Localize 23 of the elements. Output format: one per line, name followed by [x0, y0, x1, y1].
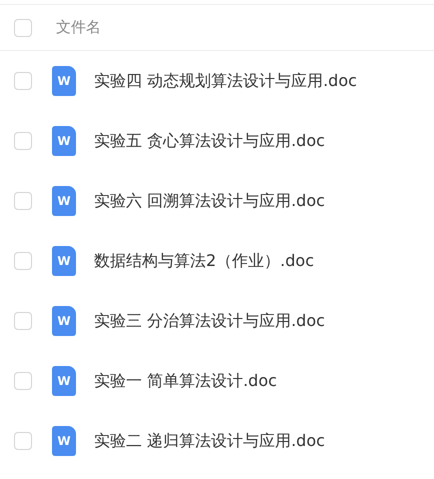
file-name[interactable]: 数据结构与算法2（作业）.doc — [94, 249, 314, 273]
checkbox[interactable] — [14, 252, 32, 270]
checkbox[interactable] — [14, 192, 32, 210]
checkbox[interactable] — [14, 18, 32, 36]
word-document-icon: W — [52, 186, 76, 216]
checkbox[interactable] — [14, 372, 32, 390]
checkbox[interactable] — [14, 312, 32, 330]
file-name[interactable]: 实验四 动态规划算法设计与应用.doc — [94, 69, 357, 93]
word-document-icon: W — [52, 66, 76, 96]
word-document-icon: W — [52, 366, 76, 396]
word-document-icon: W — [52, 126, 76, 156]
word-document-icon: W — [52, 246, 76, 276]
file-name[interactable]: 实验六 回溯算法设计与应用.doc — [94, 189, 325, 213]
checkbox[interactable] — [14, 432, 32, 450]
file-name[interactable]: 实验一 简单算法设计.doc — [94, 369, 277, 393]
checkbox[interactable] — [14, 72, 32, 90]
file-name[interactable]: 实验五 贪心算法设计与应用.doc — [94, 129, 325, 153]
word-document-icon: W — [52, 306, 76, 336]
column-header[interactable]: 文件名 — [56, 16, 101, 39]
word-document-icon: W — [52, 426, 76, 456]
file-name[interactable]: 实验二 递归算法设计与应用.doc — [94, 429, 325, 453]
file-name[interactable]: 实验三 分治算法设计与应用.doc — [94, 309, 325, 333]
checkbox[interactable] — [14, 132, 32, 150]
